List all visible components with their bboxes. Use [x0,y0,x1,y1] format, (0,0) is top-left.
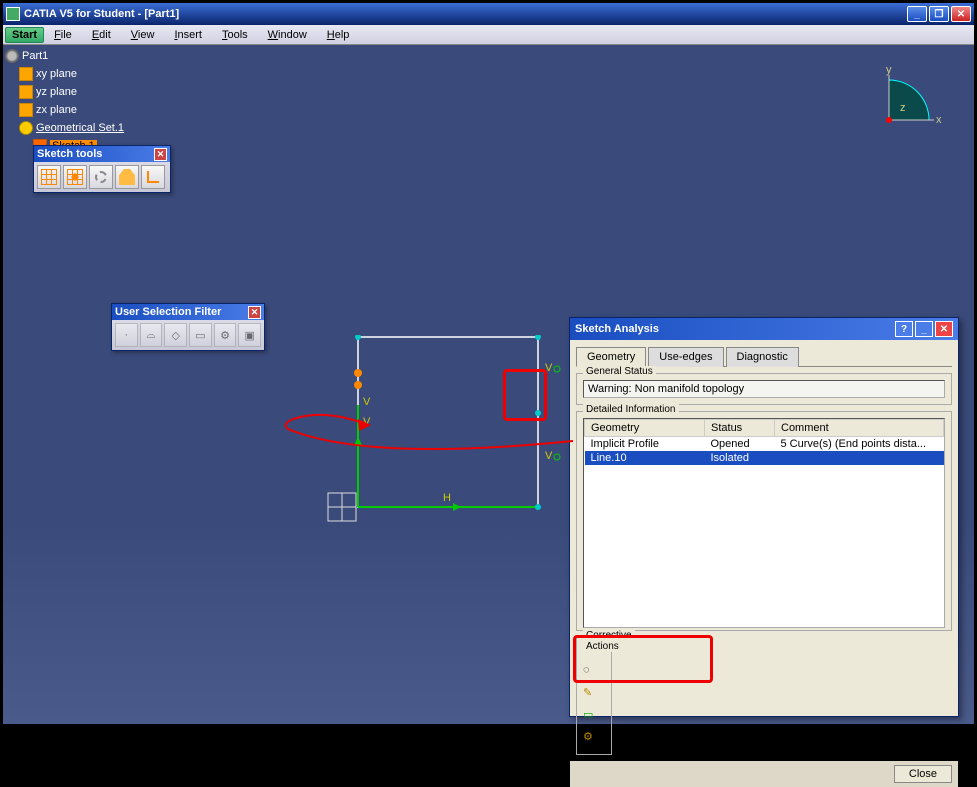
menu-tools[interactable]: Tools [212,27,258,43]
surface-icon: ◇ [171,329,179,342]
sketch-analysis-dialog[interactable]: Sketch Analysis ? _ ✕ Geometry Use-edges… [569,317,959,717]
close-button[interactable]: Close [894,765,952,783]
corrective-btn-2[interactable]: ◌ [583,664,605,686]
svg-text:V: V [545,362,553,374]
x-axis-label: x [936,114,942,126]
part-icon [5,49,19,63]
filter-feature-button[interactable]: ⚙ [214,323,237,347]
filter-volume-button[interactable]: ▭ [189,323,212,347]
geomset-icon [19,121,33,135]
filter-point-button[interactable]: · [115,323,138,347]
construction-button[interactable] [89,165,113,189]
table-row-selected[interactable]: Line.10 Isolated [585,451,944,465]
grid-button[interactable] [37,165,61,189]
y-axis-label: y [886,65,892,76]
toolbar-close-button[interactable]: ✕ [154,148,167,161]
constraint-icon: ⚙ [583,731,593,743]
standard-button[interactable] [115,165,139,189]
detailed-info-group: Detailed Information Geometry Status Com… [576,411,952,631]
compass-axis[interactable]: x y z [874,65,944,135]
coord-icon [147,171,159,183]
titlebar[interactable]: CATIA V5 for Student - [Part1] _ ❐ ✕ [3,3,974,25]
tree-yz-plane[interactable]: yz plane [5,83,124,101]
minimize-button[interactable]: _ [907,6,927,22]
snap-icon [67,169,83,185]
menu-help[interactable]: Help [317,27,360,43]
corrective-actions-group: Corrective Actions ◌ ◌ ✎ ▭ ⚙ [576,637,612,755]
dialog-min-button[interactable]: _ [915,321,933,337]
selection-filter-toolbar[interactable]: User Selection Filter✕ · ⌓ ◇ ▭ ⚙ ▣ [111,303,265,351]
close-profile-icon: ◌ [583,664,590,676]
tree-geomset[interactable]: Geometrical Set.1 [5,119,124,137]
sketch-geometry[interactable]: H H V V V V [323,335,573,565]
col-geometry[interactable]: Geometry [585,420,705,437]
corrective-btn-5[interactable]: ⚙ [583,730,605,752]
svg-text:V: V [363,396,371,408]
toolbar-title[interactable]: Sketch tools✕ [34,146,170,162]
snap-button[interactable] [63,165,87,189]
coord-button[interactable] [141,165,165,189]
menu-insert[interactable]: Insert [164,27,212,43]
point-icon: · [125,329,129,341]
dialog-tabs: Geometry Use-edges Diagnostic [576,346,952,367]
general-status-text: Warning: Non manifold topology [583,380,945,398]
tree-root[interactable]: Part1 [5,47,124,65]
maximize-button[interactable]: ❐ [929,6,949,22]
menu-file[interactable]: File [44,27,82,43]
sketch-tools-toolbar[interactable]: Sketch tools✕ [33,145,171,193]
hide-icon: ▭ [583,709,593,721]
menu-window[interactable]: Window [258,27,317,43]
window-title: CATIA V5 for Student - [Part1] [24,8,907,20]
dialog-close-button[interactable]: ✕ [935,321,953,337]
toolbar-close-button[interactable]: ✕ [248,306,261,319]
dialog-titlebar[interactable]: Sketch Analysis ? _ ✕ [570,318,958,340]
menubar: Start File Edit View Insert Tools Window… [3,25,974,45]
filter-all-button[interactable]: ▣ [238,323,261,347]
toolbar-title[interactable]: User Selection Filter✕ [112,304,264,320]
svg-text:H: H [443,335,451,336]
col-status[interactable]: Status [705,420,775,437]
volume-icon: ▭ [195,329,205,342]
menu-view[interactable]: View [121,27,165,43]
erase-icon: ✎ [583,687,592,699]
tab-use-edges[interactable]: Use-edges [648,347,723,367]
detail-table[interactable]: Geometry Status Comment Implicit Profile… [583,418,945,628]
app-icon [6,7,20,21]
filter-curve-button[interactable]: ⌓ [140,323,163,347]
close-button[interactable]: ✕ [951,6,971,22]
tab-diagnostic[interactable]: Diagnostic [726,347,799,367]
feature-icon: ⚙ [220,329,230,342]
menu-edit[interactable]: Edit [82,27,121,43]
filter-surface-button[interactable]: ◇ [164,323,187,347]
table-row[interactable]: Implicit Profile Opened 5 Curve(s) (End … [585,437,944,452]
z-axis-label: z [900,102,906,114]
curve-icon: ⌓ [147,329,156,342]
tab-geometry[interactable]: Geometry [576,347,646,367]
viewport-3d[interactable]: Part1 xy plane yz plane zx plane Geometr… [3,45,974,724]
hand-icon [119,169,135,185]
svg-text:V: V [363,416,371,428]
spec-tree[interactable]: Part1 xy plane yz plane zx plane Geometr… [3,45,126,157]
all-icon: ▣ [244,329,254,342]
menu-start[interactable]: Start [5,27,44,43]
dialog-help-button[interactable]: ? [895,321,913,337]
plane-icon [19,103,33,117]
plane-icon [19,85,33,99]
col-comment[interactable]: Comment [775,420,944,437]
general-status-group: General Status Warning: Non manifold top… [576,373,952,405]
grid-icon [41,169,57,185]
construction-icon [95,171,107,183]
plane-icon [19,67,33,81]
tree-zx-plane[interactable]: zx plane [5,101,124,119]
svg-text:H: H [443,492,451,504]
corrective-btn-3[interactable]: ✎ [583,686,605,708]
svg-text:V: V [545,450,553,462]
tree-xy-plane[interactable]: xy plane [5,65,124,83]
